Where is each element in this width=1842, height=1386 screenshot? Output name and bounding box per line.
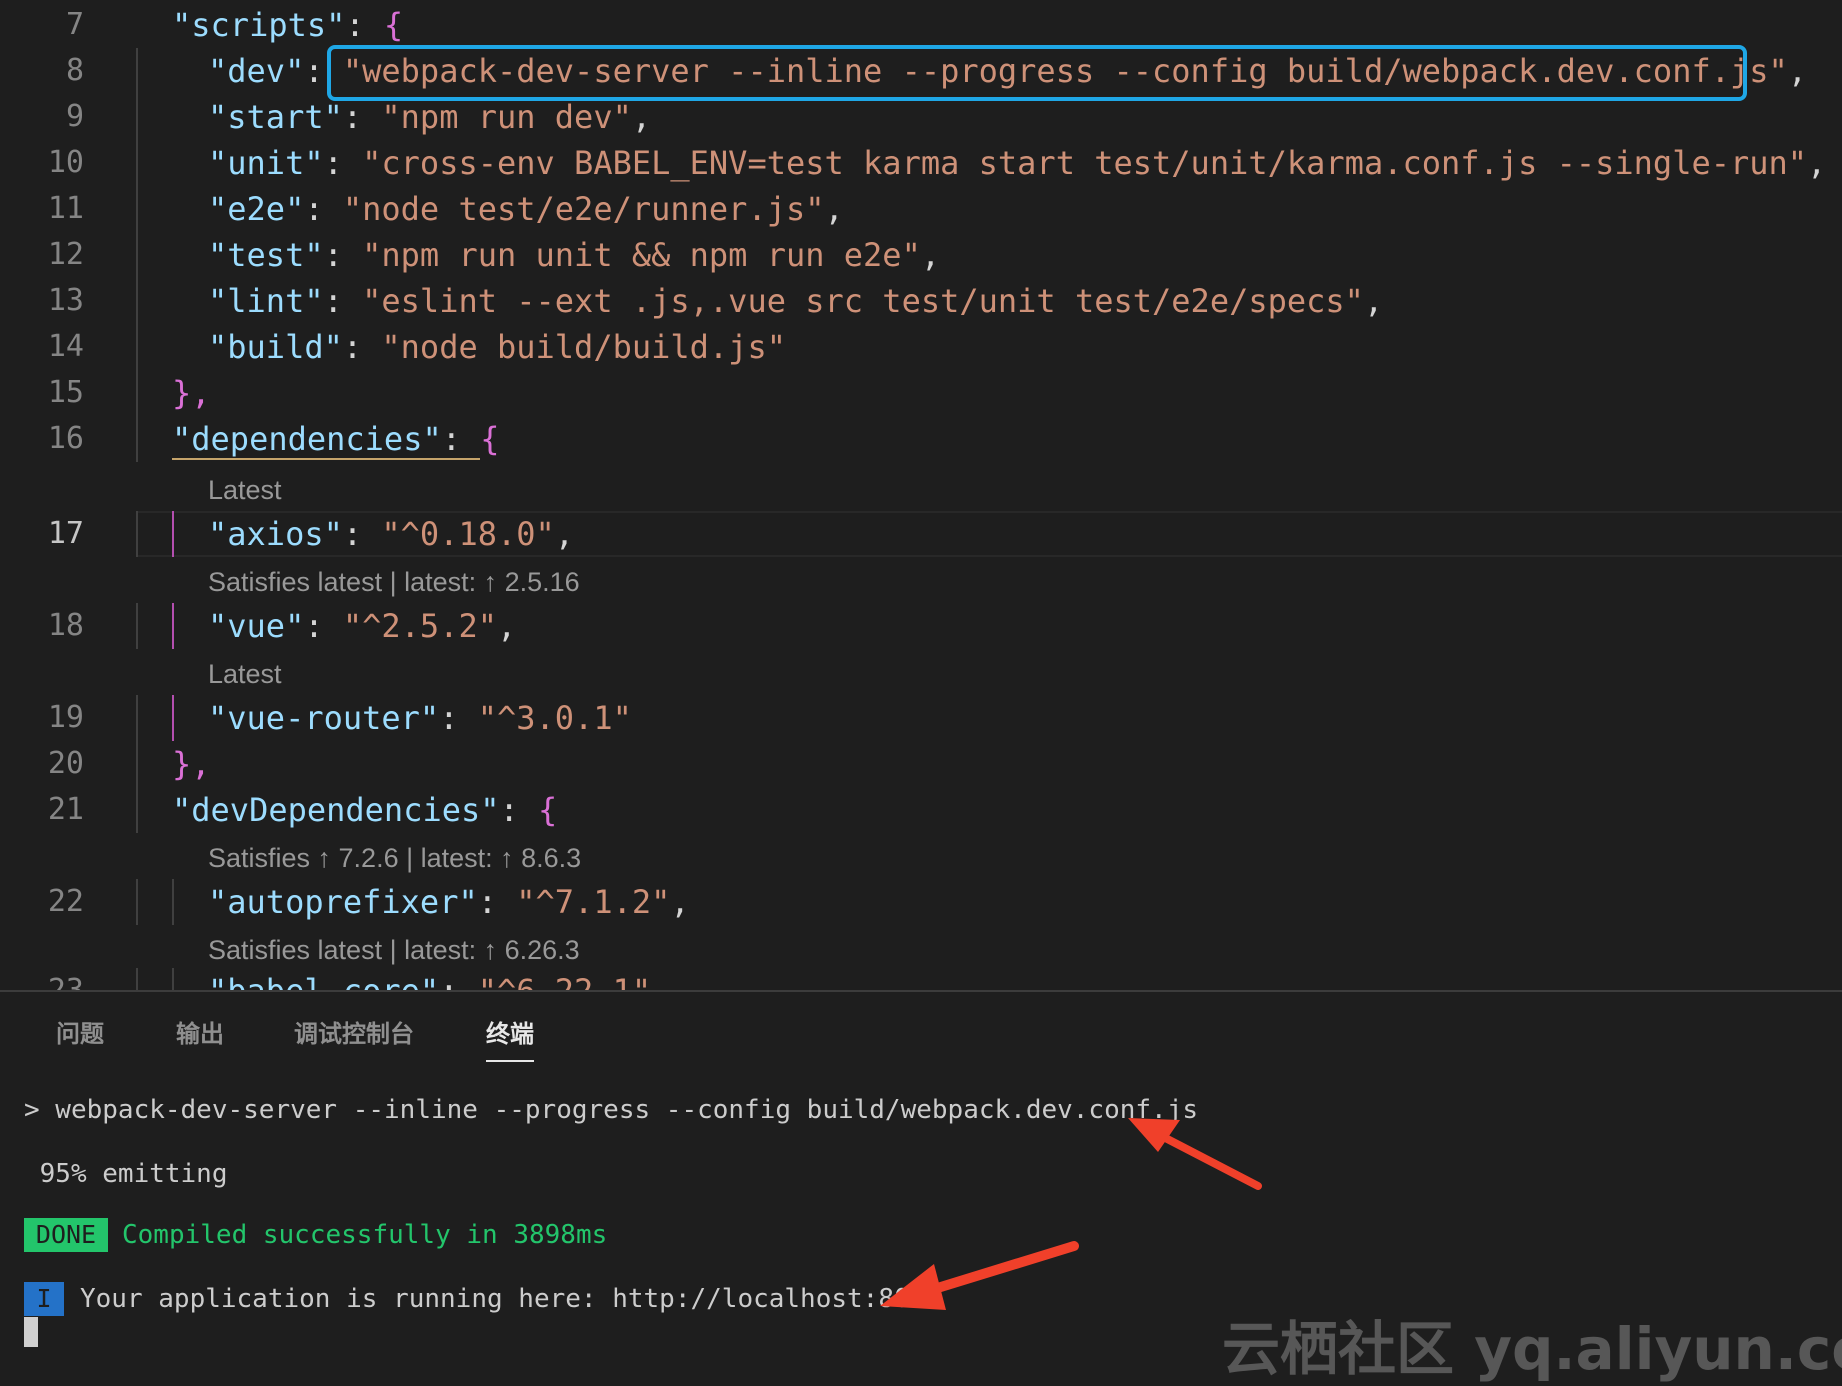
annotation-arrows — [880, 1118, 1262, 1310]
arrow-to-url — [880, 1241, 1079, 1310]
arrow-to-command — [1128, 1118, 1262, 1190]
